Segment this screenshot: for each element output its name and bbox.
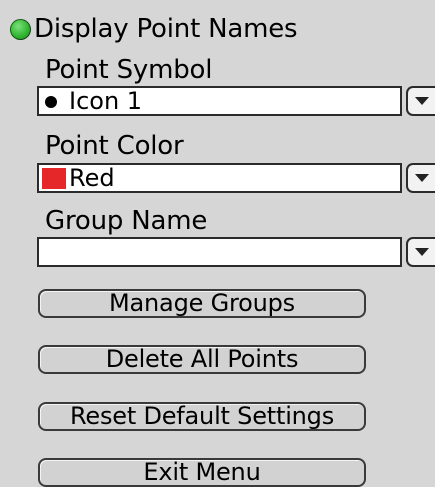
exit-menu-button[interactable]: Exit Menu bbox=[38, 458, 366, 487]
display-point-names-label[interactable]: Display Point Names bbox=[34, 14, 298, 44]
manage-groups-button[interactable]: Manage Groups bbox=[38, 289, 366, 318]
point-symbol-dropdown[interactable]: Icon 1 bbox=[37, 86, 402, 116]
point-color-value: Red bbox=[69, 164, 115, 192]
group-name-dropdown[interactable] bbox=[37, 237, 402, 267]
reset-default-settings-button[interactable]: Reset Default Settings bbox=[38, 402, 366, 431]
chevron-down-icon bbox=[415, 97, 429, 105]
point-color-dropdown[interactable]: Red bbox=[37, 163, 402, 193]
chevron-down-icon bbox=[415, 174, 429, 182]
filled-circle-icon bbox=[45, 96, 57, 108]
point-symbol-value: Icon 1 bbox=[69, 87, 143, 115]
display-point-names-toggle[interactable] bbox=[10, 19, 31, 40]
delete-all-points-button[interactable]: Delete All Points bbox=[38, 345, 366, 374]
color-swatch-icon bbox=[42, 168, 66, 189]
group-name-dropdown-arrow[interactable] bbox=[406, 237, 435, 267]
group-name-label: Group Name bbox=[45, 206, 208, 236]
point-color-label: Point Color bbox=[45, 131, 184, 161]
point-symbol-dropdown-arrow[interactable] bbox=[406, 86, 435, 116]
chevron-down-icon bbox=[415, 248, 429, 256]
point-color-dropdown-arrow[interactable] bbox=[406, 163, 435, 193]
point-symbol-label: Point Symbol bbox=[45, 55, 213, 85]
